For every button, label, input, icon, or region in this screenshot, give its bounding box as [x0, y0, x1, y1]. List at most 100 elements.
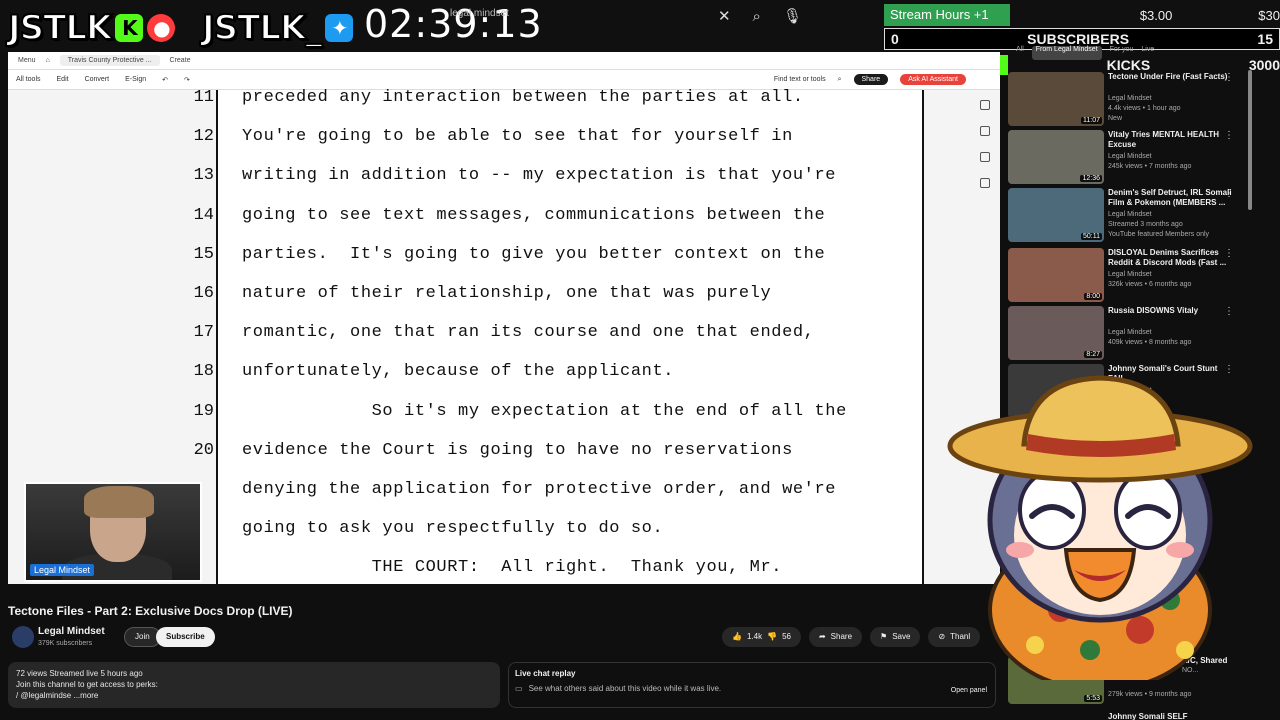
rec-meta: 409k views • 8 months ago — [1108, 339, 1192, 346]
document-tab[interactable]: Travis County Protective ... — [59, 55, 160, 66]
webcam-name-tag: Legal Mindset — [30, 564, 95, 576]
channel-name[interactable]: Legal Mindset — [38, 626, 105, 637]
kick-icon: K — [115, 14, 144, 42]
recommendation-item[interactable]: 50:11 Denim's Self Detruct, IRL Somali Fi… — [1008, 188, 1248, 242]
search-icon[interactable]: ⌕ — [838, 76, 842, 84]
rec-duration: 8:00 — [1084, 293, 1102, 300]
stream-hours-row: Stream Hours +1 $3.00 $30 — [884, 4, 1280, 26]
redo-icon[interactable]: ↷ — [184, 76, 190, 84]
more-options-icon[interactable]: ⋮ — [1224, 248, 1234, 259]
streamer-headphones — [84, 486, 154, 518]
rec-duration: 12:36 — [1080, 175, 1102, 182]
menu-item[interactable]: Menu — [18, 57, 36, 64]
video-player[interactable]: Menu ⌂ Travis County Protective ... Crea… — [8, 52, 1000, 584]
close-icon[interactable]: ✕ — [718, 7, 731, 25]
recommendation-item[interactable]: 8:27 Russia DISOWNS Vitaly Legal Mindset 40… — [1008, 306, 1248, 360]
share-button[interactable]: ➦ Share — [808, 627, 863, 647]
chat-icon: ▭ — [515, 684, 523, 693]
microphone-icon[interactable]: 🎙 — [783, 7, 802, 25]
rec-meta: 326k views • 6 months ago — [1108, 281, 1192, 288]
rec-badge: New — [1108, 115, 1123, 122]
rec-channel: Legal Mindset — [1108, 271, 1152, 278]
money-target: $30 — [1258, 8, 1280, 23]
transcript-line-number: 19 — [193, 401, 214, 421]
recommendation-item[interactable]: 8:00 DISLOYAL Denims Sacrifices Reddit & … — [1008, 248, 1248, 302]
pdf-page: 11 preceded any interaction between the p… — [194, 88, 924, 584]
undo-icon[interactable]: ↶ — [162, 76, 168, 84]
filter-chips: All From Legal Mindset For you Live — [1008, 46, 1248, 60]
channel-avatar[interactable] — [12, 626, 34, 648]
bookmark-icon: ⚑ — [880, 632, 888, 641]
transcript-line-text: So it's my expectation at the end of all… — [242, 401, 847, 421]
share-icon: ➦ — [818, 632, 826, 641]
chip-for-you[interactable]: For you — [1110, 46, 1134, 60]
more-options-icon[interactable]: ⋮ — [1224, 188, 1234, 199]
transcript-line-number: 16 — [193, 284, 214, 303]
tool-convert[interactable]: Convert — [85, 76, 110, 83]
transcript-line-text: parties. It's going to give you better c… — [242, 244, 826, 264]
share-button[interactable]: Share — [853, 74, 889, 85]
tool-edit[interactable]: Edit — [57, 76, 69, 83]
save-button[interactable]: ⚑ Save — [870, 627, 921, 647]
transcript-line-text: going to ask you respectfully to do so. — [242, 519, 664, 539]
transcript-line-text: preceded any interaction between the par… — [242, 88, 804, 107]
layers-icon[interactable] — [980, 178, 990, 188]
home-icon[interactable]: ⌂ — [46, 57, 50, 64]
transcript-line-number: 18 — [193, 362, 214, 382]
recommendation-item[interactable]: 12:36 Vitaly Tries MENTAL HEALTH Excuse Le… — [1008, 130, 1248, 184]
transcript-line-number: 13 — [193, 166, 214, 186]
dislike-count: 56 — [782, 632, 791, 641]
subs-target: 15 — [1257, 31, 1273, 47]
list-item-partial[interactable]: Johnny Somali SELF — [1008, 712, 1248, 720]
thumbs-up-icon: 👍 — [732, 632, 742, 641]
transcript-line-number: 11 — [193, 88, 214, 107]
rec-duration: 50:11 — [1081, 233, 1102, 240]
attachment-icon[interactable] — [980, 152, 990, 162]
sidebar-scrollbar[interactable] — [1248, 70, 1252, 210]
tool-esign[interactable]: E-Sign — [125, 76, 146, 83]
more-options-icon[interactable]: ⋮ — [1224, 306, 1234, 317]
money-current: $3.00 — [1139, 8, 1173, 23]
rec-duration: 5:53 — [1084, 695, 1102, 702]
transcript-line-text: denying the application for protective o… — [242, 480, 837, 499]
recommendation-item[interactable]: 11:07 Tectone Under Fire (Fast Facts) Lega… — [1008, 72, 1248, 126]
toolbar-right: Find text or tools ⌕ Share Ask AI Assist… — [774, 74, 966, 85]
search-icon[interactable]: ⌕ — [753, 8, 761, 25]
rec-meta: 279k views • 9 months ago — [1108, 691, 1192, 698]
channel-row: Legal Mindset 379K subscribers Join Subs… — [8, 624, 1008, 650]
transcript-line-text: THE COURT: All right. Thank you, Mr. — [242, 558, 783, 578]
jstlk-logo-twitter: JSTLK_ ✦ — [201, 7, 354, 49]
bookmark-icon[interactable] — [980, 126, 990, 136]
open-panel-button[interactable]: Open panel — [951, 687, 987, 694]
share-label: Share — [830, 632, 853, 641]
transcript-line-number: 20 — [193, 440, 214, 460]
rec-title: Vitaly Tries MENTAL HEALTH Excuse — [1108, 130, 1219, 149]
ai-assistant-button[interactable]: Ask AI Assistant — [900, 74, 966, 85]
like-button[interactable]: 👍 1.4k 👎 56 — [722, 627, 801, 647]
mascot-straw-hat — [947, 375, 1253, 483]
chip-all[interactable]: All — [1016, 46, 1024, 60]
acrobat-toolbar: All tools Edit Convert E-Sign ↶ ↷ Find t… — [8, 70, 1000, 90]
comment-icon[interactable] — [980, 100, 990, 110]
transcript-line-number: 14 — [193, 205, 214, 225]
description-more-link[interactable]: / @legalmindse ...more — [16, 690, 492, 701]
more-options-icon[interactable]: ⋮ — [1224, 72, 1234, 83]
thumbs-down-icon[interactable]: 👎 — [767, 627, 777, 647]
more-options-icon[interactable]: ⋮ — [1224, 130, 1234, 141]
subscribe-button[interactable]: Subscribe — [156, 627, 215, 647]
chip-from-channel[interactable]: From Legal Mindset — [1031, 46, 1102, 60]
kicks-target: 3000 — [1248, 57, 1280, 73]
chat-replay-subtitle: ▭ See what others said about this video … — [515, 684, 989, 693]
create-tab[interactable]: Create — [170, 57, 191, 64]
chip-live[interactable]: Live — [1141, 46, 1154, 60]
rec-thumbnail: 50:11 — [1008, 188, 1104, 242]
find-text-field[interactable]: Find text or tools — [774, 76, 826, 83]
description-box[interactable]: 72 views Streamed live 5 hours ago Join … — [8, 662, 500, 708]
stream-hours-label: Stream Hours +1 — [884, 4, 1010, 26]
chat-replay-title: Live chat replay — [515, 669, 576, 678]
transcript-line-text: romantic, one that ran its course and on… — [242, 323, 815, 343]
record-icon: ● — [147, 14, 176, 42]
tool-all-tools[interactable]: All tools — [16, 76, 41, 83]
rec-duration: 8:27 — [1084, 351, 1102, 358]
rec-title: Johnny Somali SELF — [1108, 712, 1188, 720]
